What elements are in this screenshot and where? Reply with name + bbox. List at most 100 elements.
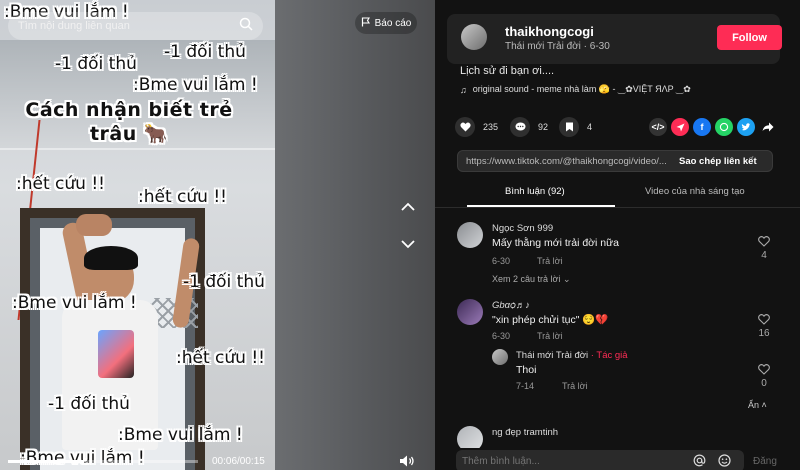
comment-action[interactable]: 92	[510, 117, 548, 137]
follow-button[interactable]: Follow	[717, 25, 782, 50]
replier-avatar[interactable]	[492, 349, 508, 365]
report-button[interactable]: Báo cáo	[355, 12, 417, 34]
search-icon[interactable]	[239, 17, 253, 36]
heart-outline-icon	[758, 364, 770, 378]
copy-link-button[interactable]: Sao chép liên kết	[673, 156, 757, 167]
person-hair	[84, 246, 138, 270]
bookmark-icon	[559, 117, 579, 137]
shirt-print	[98, 330, 134, 378]
comment-input-bar: Đăng	[435, 448, 800, 470]
overlay-caption: :Bme vui lắm !	[20, 448, 145, 468]
author-subtitle: Thái mới Trải đời · 6-30	[505, 41, 610, 52]
sound-title: original sound - meme nhà làm 🫣 - ‿✿VIỆT…	[472, 84, 691, 94]
author-name[interactable]: thaikhongcogi	[505, 24, 594, 39]
next-video-button[interactable]	[396, 235, 420, 255]
overlay-caption: -1 đối thủ	[48, 394, 130, 414]
send-to-friends-icon[interactable]	[671, 118, 689, 136]
mention-icon[interactable]	[693, 454, 706, 470]
comment-date: 6-30	[492, 256, 511, 266]
sound-link[interactable]: ♫ original sound - meme nhà làm 🫣 - ‿✿VI…	[460, 84, 691, 95]
comment-text: Mấy thằng mới trải đời nữa	[492, 237, 620, 249]
heart-icon	[455, 117, 475, 137]
reply-button[interactable]: Trả lời	[537, 256, 563, 266]
heart-outline-icon	[758, 314, 770, 328]
video-description: Lịch sử đi bạn ơi....	[460, 65, 555, 77]
whatsapp-icon[interactable]	[715, 118, 733, 136]
action-bar: 235 92 4 </> f	[455, 117, 785, 139]
overlay-caption: :hết cứu !!	[16, 174, 105, 194]
replier-name-text: Thái mới Trải đời	[516, 350, 589, 361]
view-replies-label: Xem 2 câu trả lời	[492, 274, 561, 284]
overlay-caption: -1 đối thủ	[55, 54, 137, 74]
panel-tabs: Bình luận (92) Video của nhà sáng tạo	[435, 178, 800, 208]
video-progress-bar[interactable]	[8, 460, 198, 463]
share-arrow-icon[interactable]	[759, 118, 777, 136]
save-count: 4	[587, 122, 593, 132]
volume-icon[interactable]	[399, 454, 415, 470]
reply-like-button[interactable]: 0	[754, 364, 774, 389]
detail-panel: thaikhongcogi Thái mới Trải đời · 6-30 F…	[435, 0, 800, 470]
tab-comments[interactable]: Bình luận (92)	[505, 186, 565, 197]
like-count: 235	[483, 122, 499, 132]
video-link[interactable]: https://www.tiktok.com/@thaikhongcogi/vi…	[458, 156, 673, 167]
chevron-up-icon: ˄	[761, 400, 767, 410]
overlay-title: Cách nhận biết trẻ trâu 🐂	[25, 99, 233, 145]
facebook-icon[interactable]: f	[693, 118, 711, 136]
commenter-avatar[interactable]	[457, 299, 483, 325]
tab-active-indicator	[467, 205, 615, 207]
like-action[interactable]: 235	[455, 117, 498, 137]
reply-date: 7-14	[516, 381, 535, 391]
video-progress-fill	[8, 460, 84, 463]
overlay-caption: :Bme vui lắm !	[118, 425, 243, 445]
tab-creator-videos[interactable]: Video của nhà sáng tạo	[645, 186, 745, 197]
reply-button[interactable]: Trả lời	[537, 331, 563, 341]
twitter-icon[interactable]	[737, 118, 755, 136]
chevron-up-icon	[401, 199, 415, 217]
comment-bubble-icon	[510, 117, 530, 137]
author-avatar[interactable]	[461, 24, 487, 50]
hide-replies-button[interactable]: Ẩn ˄	[748, 400, 767, 410]
emoji-icon[interactable]	[718, 454, 731, 470]
wall-line	[0, 148, 275, 150]
save-action[interactable]: 4	[559, 117, 592, 137]
comment-date: 6-30	[492, 331, 511, 341]
comment-like-count: 16	[758, 328, 770, 339]
overlay-caption: :hết cứu !!	[176, 348, 265, 368]
reply-like-count: 0	[761, 378, 767, 389]
music-note-icon: ♫	[460, 84, 467, 95]
video-link-box: https://www.tiktok.com/@thaikhongcogi/vi…	[457, 150, 773, 172]
hide-replies-label: Ẩn	[748, 400, 760, 410]
commenter-name[interactable]: Ngọc Sơn 999	[492, 223, 553, 234]
comment-count: 92	[538, 122, 549, 132]
overlay-caption: :Bme vui lắm !	[133, 75, 258, 95]
commenter-avatar[interactable]	[457, 222, 483, 248]
overlay-caption: :Bme vui lắm !	[12, 293, 137, 313]
post-button[interactable]: Đăng	[753, 456, 777, 467]
reply-button[interactable]: Trả lời	[562, 381, 588, 391]
chevron-down-icon: ⌄	[562, 274, 571, 284]
person-fist	[76, 214, 112, 236]
video-time: 00:06/00:15	[212, 456, 265, 467]
search-placeholder: Tìm nội dung liên quan	[18, 20, 130, 32]
overlay-caption: -1 đối thủ	[183, 272, 265, 292]
replier-name[interactable]: Thái mới Trải đời · Tác giả	[516, 350, 628, 361]
reply-text: Thoi	[516, 364, 537, 376]
chevron-down-icon	[401, 236, 415, 254]
comment-like-button[interactable]: 4	[754, 236, 774, 261]
comment-like-button[interactable]: 16	[754, 314, 774, 339]
heart-outline-icon	[758, 236, 770, 250]
comment-text: "xin phép chửi tục" 😌💔	[492, 314, 609, 326]
related-search-bar[interactable]: Tìm nội dung liên quan	[8, 12, 263, 40]
video-player[interactable]: :Bme vui lắm ! -1 đối thủ -1 đối thủ :Bm…	[0, 0, 275, 470]
flag-icon	[361, 16, 371, 30]
report-label: Báo cáo	[374, 17, 412, 29]
embed-icon[interactable]: </>	[649, 118, 667, 136]
comment-like-count: 4	[761, 250, 767, 261]
author-tag: · Tác giả	[588, 350, 628, 361]
commenter-name[interactable]: ng đẹp tramtinh	[492, 427, 558, 438]
previous-video-button[interactable]	[396, 198, 420, 218]
overlay-caption: :hết cứu !!	[138, 187, 227, 207]
author-card: thaikhongcogi Thái mới Trải đời · 6-30 F…	[447, 14, 782, 64]
view-replies-button[interactable]: Xem 2 câu trả lời ⌄	[492, 274, 571, 285]
commenter-name[interactable]: Gbαѻ♬♪	[492, 300, 530, 311]
